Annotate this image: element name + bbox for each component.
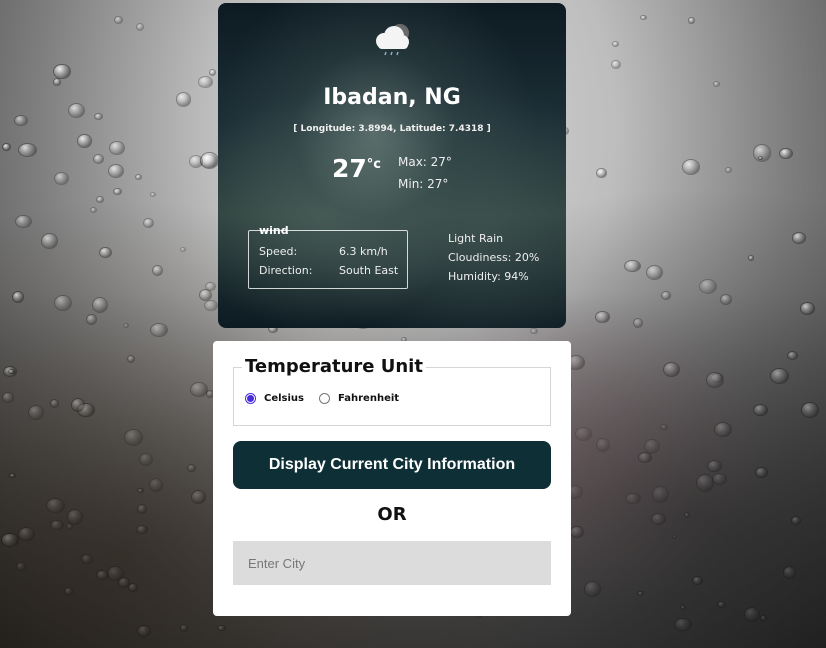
max-min-temperature: Max: 27° Min: 27° [398, 151, 452, 195]
display-current-city-button[interactable]: Display Current City Information [233, 441, 551, 489]
wind-speed-row: Speed: 6.3 km/h [259, 245, 388, 258]
radio-fahrenheit[interactable]: Fahrenheit [319, 393, 399, 404]
conditions-panel: Light Rain Cloudiness: 20% Humidity: 94% [448, 229, 539, 286]
or-divider: OR [377, 504, 407, 525]
city-name: Ibadan, NG [323, 85, 461, 110]
wind-speed-label: Speed: [259, 245, 298, 258]
wind-panel: wind Speed: 6.3 km/h Direction: South Ea… [248, 224, 408, 289]
weather-card: Ibadan, NG [ Longitude: 3.8994, Latitude… [218, 3, 566, 328]
current-temperature: 27°c [332, 154, 381, 183]
radio-celsius-label: Celsius [264, 393, 304, 404]
humidity: Humidity: 94% [448, 270, 529, 283]
temperature-unit: °c [366, 157, 382, 172]
temperature-unit-legend: Temperature Unit [242, 356, 426, 377]
cloud-rain-icon [376, 24, 409, 56]
temperature-unit-fieldset: Temperature Unit Celsius Fahrenheit [233, 356, 551, 426]
min-temperature: Min: 27° [398, 177, 449, 191]
max-temperature: Max: 27° [398, 155, 452, 169]
weather-condition: Light Rain [448, 232, 504, 245]
coordinates: [ Longitude: 3.8994, Latitude: 7.4318 ] [293, 124, 491, 134]
wind-speed-value: 6.3 km/h [339, 245, 388, 258]
city-input[interactable] [233, 541, 551, 585]
wind-direction-label: Direction: [259, 264, 313, 277]
temperature-value: 27 [332, 154, 367, 183]
wind-legend: wind [259, 224, 289, 237]
search-form-card: Temperature Unit Celsius Fahrenheit Disp… [213, 341, 571, 616]
wind-direction-value: South East [339, 264, 399, 277]
radio-celsius-dot[interactable] [245, 393, 256, 404]
radio-celsius[interactable]: Celsius [245, 393, 304, 404]
radio-fahrenheit-label: Fahrenheit [338, 393, 400, 404]
cloudiness: Cloudiness: 20% [448, 251, 540, 264]
wind-direction-row: Direction: South East [259, 264, 398, 277]
radio-fahrenheit-dot[interactable] [319, 393, 330, 404]
